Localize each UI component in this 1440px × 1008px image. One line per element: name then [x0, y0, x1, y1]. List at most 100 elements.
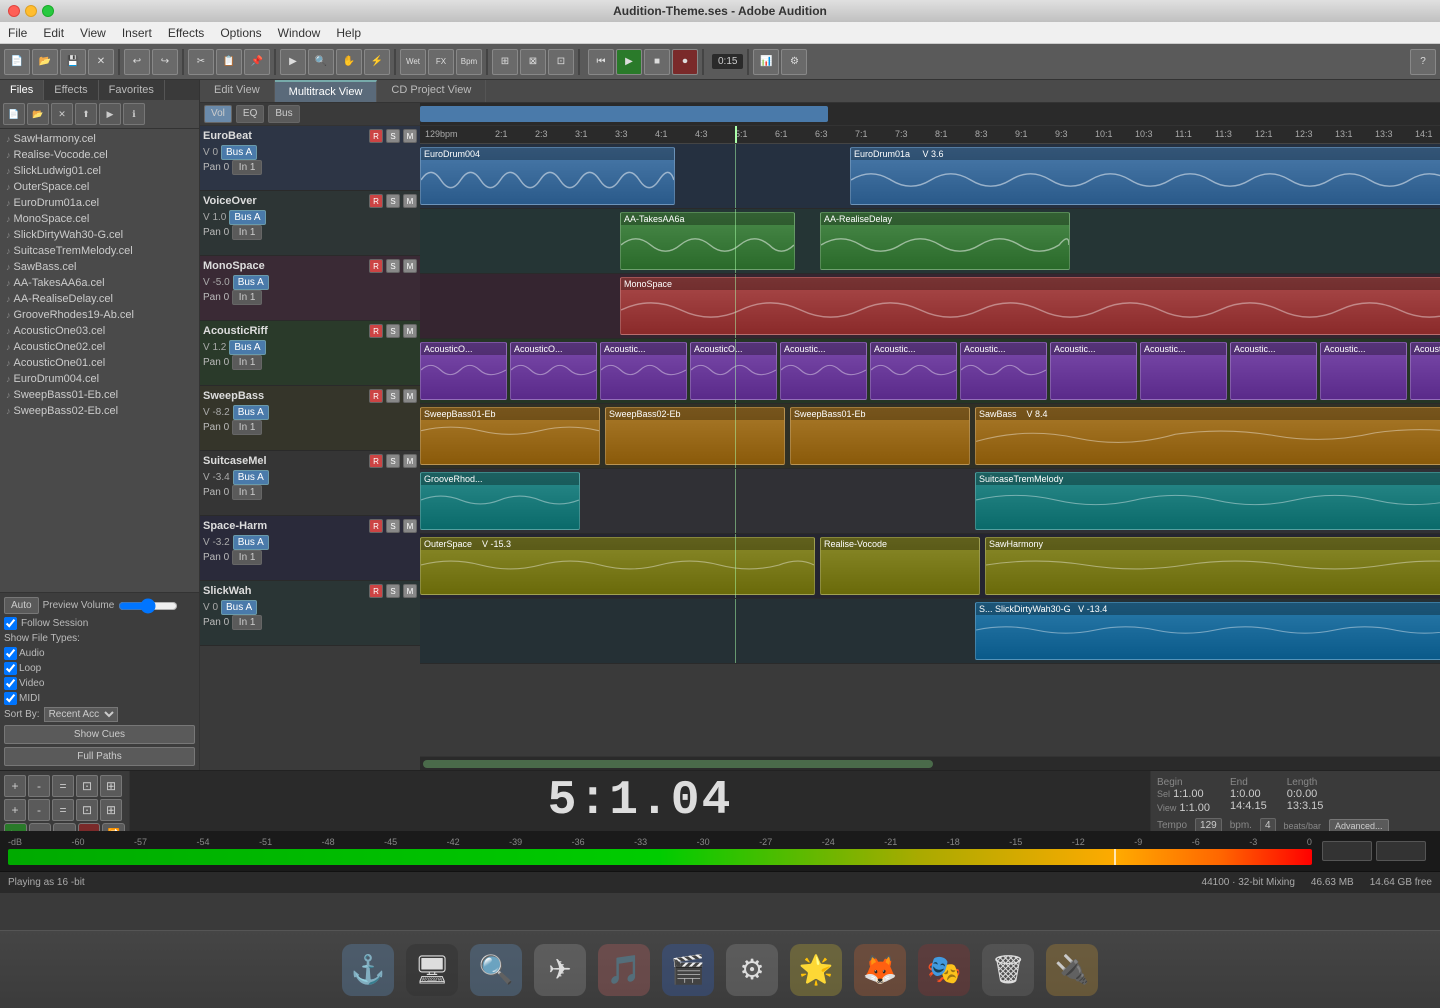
file-item[interactable]: ♪Realise-Vocode.cel	[2, 147, 197, 163]
menu-insert[interactable]: Insert	[122, 26, 152, 40]
zoom-reset-v[interactable]: =	[52, 799, 74, 821]
toolbar-zoom[interactable]: 🔍	[308, 49, 334, 75]
toolbar-fx[interactable]: FX	[428, 49, 454, 75]
close-button[interactable]	[8, 5, 20, 17]
clip-acoustic-6[interactable]: Acoustic...	[870, 342, 957, 400]
clip-sweepbass01-1[interactable]: SweepBass01-Eb	[420, 407, 600, 465]
bus-slickwah[interactable]: Bus A	[221, 600, 257, 615]
toolbar-help[interactable]: ?	[1410, 49, 1436, 75]
track-record-monospace[interactable]: R	[369, 259, 383, 273]
menu-effects[interactable]: Effects	[168, 26, 204, 40]
tab-multitrack-view[interactable]: Multitrack View	[275, 80, 378, 102]
clip-aatakesaa6a[interactable]: AA-TakesAA6a	[620, 212, 795, 270]
toolbar-open[interactable]: 📂	[32, 49, 58, 75]
tab-bus[interactable]: Bus	[268, 105, 299, 123]
toolbar-rewind[interactable]: ⏮	[588, 49, 614, 75]
track-record-suitcasemel[interactable]: R	[369, 454, 383, 468]
toolbar-close[interactable]: ✕	[88, 49, 114, 75]
video-checkbox[interactable]	[4, 677, 17, 690]
zoom-full-h[interactable]: ⊡	[76, 775, 98, 797]
dock-icon-finder[interactable]: 🔍	[470, 944, 522, 996]
tab-effects[interactable]: Effects	[44, 80, 98, 100]
file-item[interactable]: ♪SuitcaseTremMelody.cel	[2, 243, 197, 259]
dock-icon-mail[interactable]: ✈	[534, 944, 586, 996]
clip-sweepbass01-2[interactable]: SweepBass01-Eb	[790, 407, 970, 465]
toolbar-redo[interactable]: ↪	[152, 49, 178, 75]
toolbar-undo[interactable]: ↩	[124, 49, 150, 75]
clip-acoustic-10[interactable]: Acoustic...	[1230, 342, 1317, 400]
clip-sawbass[interactable]: SawBass V 8.4	[975, 407, 1440, 465]
menu-file[interactable]: File	[8, 26, 27, 40]
clip-eurodrum004[interactable]: EuroDrum004	[420, 147, 675, 205]
dock-icon-star[interactable]: 🌟	[790, 944, 842, 996]
toolbar-cut[interactable]: ✂	[188, 49, 214, 75]
track-record-slickwah[interactable]: R	[369, 584, 383, 598]
track-solo-eurobeat[interactable]: S	[386, 129, 400, 143]
clip-sawharmony[interactable]: SawHarmony	[985, 537, 1440, 595]
clip-sweepbass02[interactable]: SweepBass02-Eb	[605, 407, 785, 465]
track-solo-slickwah[interactable]: S	[386, 584, 400, 598]
clip-acoustic-1[interactable]: AcousticO...	[420, 342, 507, 400]
panel-btn-open[interactable]: 📂	[27, 103, 49, 125]
panel-btn-new[interactable]: 📄	[3, 103, 25, 125]
zoom-special[interactable]: ⊞	[100, 775, 122, 797]
minimize-button[interactable]	[25, 5, 37, 17]
auto-button[interactable]: Auto	[4, 597, 39, 614]
midi-checkbox[interactable]	[4, 692, 17, 705]
bus-acousticriff[interactable]: Bus A	[229, 340, 265, 355]
track-record-eurobeat[interactable]: R	[369, 129, 383, 143]
zoom-special-v[interactable]: ⊞	[100, 799, 122, 821]
toolbar-slice[interactable]: ⚡	[364, 49, 390, 75]
file-item[interactable]: ♪AcousticOne03.cel	[2, 323, 197, 339]
toolbar-btn2[interactable]: ⊠	[520, 49, 546, 75]
file-item[interactable]: ♪SawBass.cel	[2, 259, 197, 275]
bus-spaceharm[interactable]: Bus A	[233, 535, 269, 550]
clip-acoustic-8[interactable]: Acoustic...	[1050, 342, 1137, 400]
track-mute-monospace[interactable]: M	[403, 259, 417, 273]
dock-icon-terminal[interactable]: 🖥	[406, 944, 458, 996]
dock-icon-drive[interactable]: 🔌	[1046, 944, 1098, 996]
track-record-spaceharm[interactable]: R	[369, 519, 383, 533]
file-item[interactable]: ♪SlickDirtyWah30-G.cel	[2, 227, 197, 243]
toolbar-settings[interactable]: ⚙	[781, 49, 807, 75]
track-solo-suitcasemel[interactable]: S	[386, 454, 400, 468]
zoom-out-v[interactable]: -	[28, 799, 50, 821]
dock-icon-anchor[interactable]: ⚓	[342, 944, 394, 996]
dock-icon-itunes[interactable]: 🎵	[598, 944, 650, 996]
timeline-scrollbar[interactable]	[420, 103, 1440, 125]
tab-favorites[interactable]: Favorites	[99, 80, 165, 100]
clip-grooverhod[interactable]: GrooveRhod...	[420, 472, 580, 530]
clip-acoustic-7[interactable]: Acoustic...	[960, 342, 1047, 400]
clip-monospace[interactable]: MonoSpace	[620, 277, 1440, 335]
toolbar-save[interactable]: 💾	[60, 49, 86, 75]
bus-monospace[interactable]: Bus A	[233, 275, 269, 290]
clip-acoustic-3[interactable]: Acoustic...	[600, 342, 687, 400]
file-item[interactable]: ♪EuroDrum004.cel	[2, 371, 197, 387]
clip-slickdirtywah[interactable]: S... SlickDirtyWah30-G V -13.4	[975, 602, 1440, 660]
zoom-in-v[interactable]: +	[4, 799, 26, 821]
panel-btn-info[interactable]: ℹ	[123, 103, 145, 125]
file-item[interactable]: ♪OuterSpace.cel	[2, 179, 197, 195]
track-solo-monospace[interactable]: S	[386, 259, 400, 273]
zoom-in-h[interactable]: +	[4, 775, 26, 797]
toolbar-record[interactable]: ⏺	[672, 49, 698, 75]
track-mute-slickwah[interactable]: M	[403, 584, 417, 598]
file-item[interactable]: ♪GrooveRhodes19-Ab.cel	[2, 307, 197, 323]
file-item[interactable]: ♪AcousticOne02.cel	[2, 339, 197, 355]
track-mute-sweepbass[interactable]: M	[403, 389, 417, 403]
show-cues-button[interactable]: Show Cues	[4, 725, 195, 744]
track-mute-eurobeat[interactable]: M	[403, 129, 417, 143]
toolbar-btn1[interactable]: ⊞	[492, 49, 518, 75]
file-item[interactable]: ♪SawHarmony.cel	[2, 131, 197, 147]
horizontal-scrollbar[interactable]	[420, 756, 1440, 770]
clip-acoustic-11[interactable]: Acoustic...	[1320, 342, 1407, 400]
toolbar-move[interactable]: ✋	[336, 49, 362, 75]
toolbar-btn3[interactable]: ⊡	[548, 49, 574, 75]
menu-window[interactable]: Window	[278, 26, 321, 40]
file-item[interactable]: ♪AA-TakesAA6a.cel	[2, 275, 197, 291]
zoom-reset-h[interactable]: =	[52, 775, 74, 797]
maximize-button[interactable]	[42, 5, 54, 17]
file-item[interactable]: ♪MonoSpace.cel	[2, 211, 197, 227]
menu-options[interactable]: Options	[220, 26, 261, 40]
clip-outerspace[interactable]: OuterSpace V -15.3	[420, 537, 815, 595]
